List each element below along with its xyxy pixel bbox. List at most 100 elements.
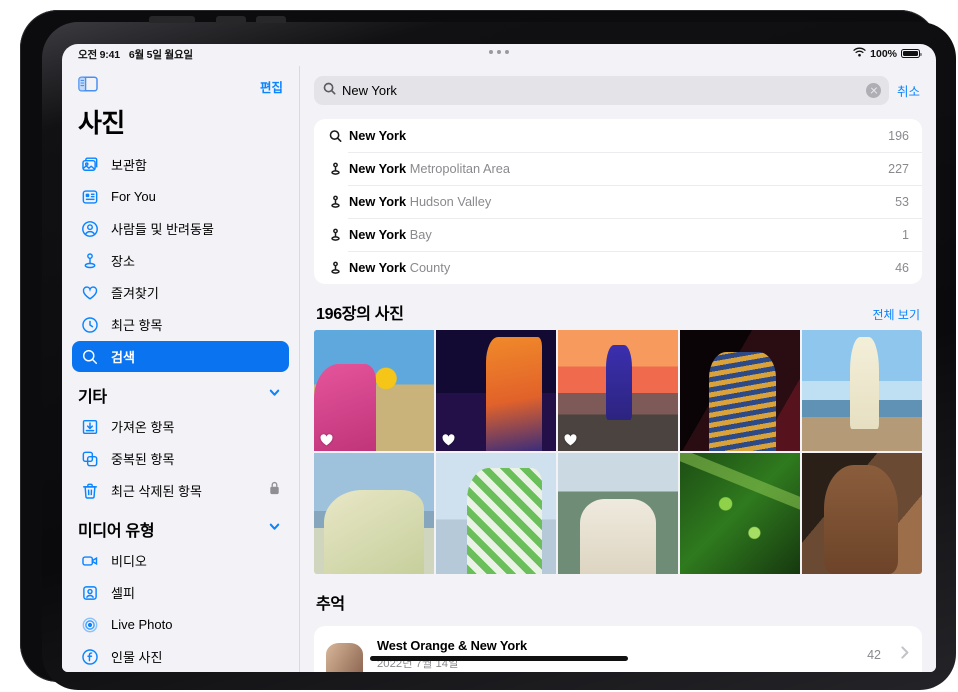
handle-dot: [505, 50, 509, 54]
for-you-icon: [80, 187, 100, 207]
photos-section-header: 196장의 사진 전체 보기: [300, 284, 936, 330]
heart-icon: [80, 283, 100, 303]
live-photo-icon: [80, 615, 100, 635]
search-input[interactable]: New York: [314, 76, 889, 105]
portrait-icon: [80, 647, 100, 667]
photo-cell[interactable]: [802, 330, 922, 451]
sidebar-item-label: 보관함: [111, 155, 147, 174]
battery-percent-label: 100%: [870, 48, 897, 60]
clear-icon[interactable]: [866, 83, 881, 98]
sidebar-item-label: 가져온 항목: [111, 417, 174, 436]
main-content: New York 취소 New York 196: [300, 66, 936, 672]
photo-thumbnail: [436, 453, 556, 574]
video-camera-icon: [80, 551, 100, 571]
sidebar-item-favorites[interactable]: 즐겨찾기: [72, 277, 289, 308]
favorite-heart-icon: [564, 433, 577, 445]
sidebar: 편집 사진 보관함 For You: [62, 66, 300, 672]
search-icon: [323, 82, 336, 100]
photo-cell[interactable]: [558, 453, 678, 574]
favorite-heart-icon: [442, 433, 455, 445]
sidebar-item-search[interactable]: 검색: [72, 341, 289, 372]
sidebar-item-label: 셀피: [111, 583, 135, 602]
photo-stack-icon: [80, 155, 100, 175]
suggestion-rest: Bay: [406, 227, 432, 242]
suggestion-row[interactable]: New York 196: [314, 119, 922, 152]
multitask-handle-icon[interactable]: [62, 50, 936, 54]
sidebar-item-recents[interactable]: 최근 항목: [72, 309, 289, 340]
sidebar-group-other-header[interactable]: 기타: [62, 373, 299, 410]
memory-title: West Orange & New York: [377, 638, 856, 653]
suggestion-bold: New York: [349, 194, 406, 209]
photo-cell[interactable]: [314, 453, 434, 574]
sidebar-item-label: 장소: [111, 251, 135, 270]
wifi-icon: [853, 47, 866, 60]
volume-up-button[interactable]: [216, 16, 246, 23]
memories-section-header: 추억: [300, 574, 936, 620]
suggestion-row[interactable]: New York Bay 1: [314, 218, 922, 251]
search-row: New York 취소: [300, 66, 936, 113]
memory-count: 42: [867, 648, 881, 662]
sidebar-item-videos[interactable]: 비디오: [72, 545, 289, 576]
sidebar-toggle-icon[interactable]: [78, 76, 98, 97]
sidebar-item-label: 검색: [111, 347, 135, 366]
duplicate-icon: [80, 449, 100, 469]
photo-cell[interactable]: [314, 330, 434, 451]
sidebar-item-selfies[interactable]: 셀피: [72, 577, 289, 608]
sidebar-group-title: 기타: [78, 383, 107, 407]
search-icon: [80, 347, 100, 367]
suggestion-rest: Hudson Valley: [406, 194, 491, 209]
suggestion-bold: New York: [349, 227, 406, 242]
photo-thumbnail: [680, 330, 800, 451]
sidebar-item-places[interactable]: 장소: [72, 245, 289, 276]
sidebar-item-label: 즐겨찾기: [111, 283, 159, 302]
suggestion-text: New York Metropolitan Area: [349, 161, 888, 176]
sidebar-item-imported[interactable]: 가져온 항목: [72, 411, 289, 442]
chevron-down-icon[interactable]: [268, 520, 281, 538]
suggestion-rest: County: [406, 260, 450, 275]
chevron-down-icon[interactable]: [268, 386, 281, 404]
status-bar-right: 100%: [853, 47, 920, 60]
sidebar-item-live-photo[interactable]: Live Photo: [72, 609, 289, 640]
sidebar-item-label: 비디오: [111, 551, 147, 570]
suggestion-bold: New York: [349, 161, 406, 176]
volume-down-button[interactable]: [256, 16, 286, 23]
see-all-button[interactable]: 전체 보기: [873, 306, 921, 323]
page-title: 사진: [62, 99, 299, 148]
sidebar-item-for-you[interactable]: For You: [72, 181, 289, 212]
suggestion-count: 46: [895, 261, 909, 275]
power-button[interactable]: [149, 16, 195, 23]
suggestion-row[interactable]: New York Hudson Valley 53: [314, 185, 922, 218]
sidebar-item-label: 사람들 및 반려동물: [111, 219, 214, 238]
photo-cell[interactable]: [436, 453, 556, 574]
sidebar-item-library[interactable]: 보관함: [72, 149, 289, 180]
suggestion-text: New York Bay: [349, 227, 902, 242]
lock-icon: [268, 481, 281, 500]
photo-cell[interactable]: [802, 453, 922, 574]
sidebar-group-title: 미디어 유형: [78, 517, 154, 541]
sidebar-item-recently-deleted[interactable]: 최근 삭제된 항목: [72, 475, 289, 506]
sidebar-item-duplicates[interactable]: 중복된 항목: [72, 443, 289, 474]
sidebar-item-label: 인물 사진: [111, 647, 162, 666]
suggestion-row[interactable]: New York County 46: [314, 251, 922, 284]
sidebar-item-label: 중복된 항목: [111, 449, 174, 468]
sidebar-group-media-types-header[interactable]: 미디어 유형: [62, 507, 299, 544]
photo-grid: [314, 330, 922, 574]
photo-cell[interactable]: [558, 330, 678, 451]
suggestion-row[interactable]: New York Metropolitan Area 227: [314, 152, 922, 185]
home-indicator[interactable]: [370, 656, 628, 661]
sidebar-item-people-and-pets[interactable]: 사람들 및 반려동물: [72, 213, 289, 244]
edit-button[interactable]: 편집: [260, 77, 283, 96]
memory-text: West Orange & New York 2022년 7월 14일: [377, 638, 856, 671]
cancel-button[interactable]: 취소: [897, 81, 922, 100]
photo-cell[interactable]: [436, 330, 556, 451]
suggestion-rest: Metropolitan Area: [406, 161, 510, 176]
selfie-icon: [80, 583, 100, 603]
photo-cell[interactable]: [680, 330, 800, 451]
memory-row[interactable]: West Orange & New York 2022년 7월 14일 42: [314, 626, 922, 672]
photo-cell[interactable]: [680, 453, 800, 574]
suggestion-bold: New York: [349, 260, 406, 275]
sidebar-item-portrait[interactable]: 인물 사진: [72, 641, 289, 672]
search-icon: [326, 129, 344, 143]
memories-section-title: 추억: [316, 590, 345, 614]
suggestion-count: 196: [888, 129, 909, 143]
